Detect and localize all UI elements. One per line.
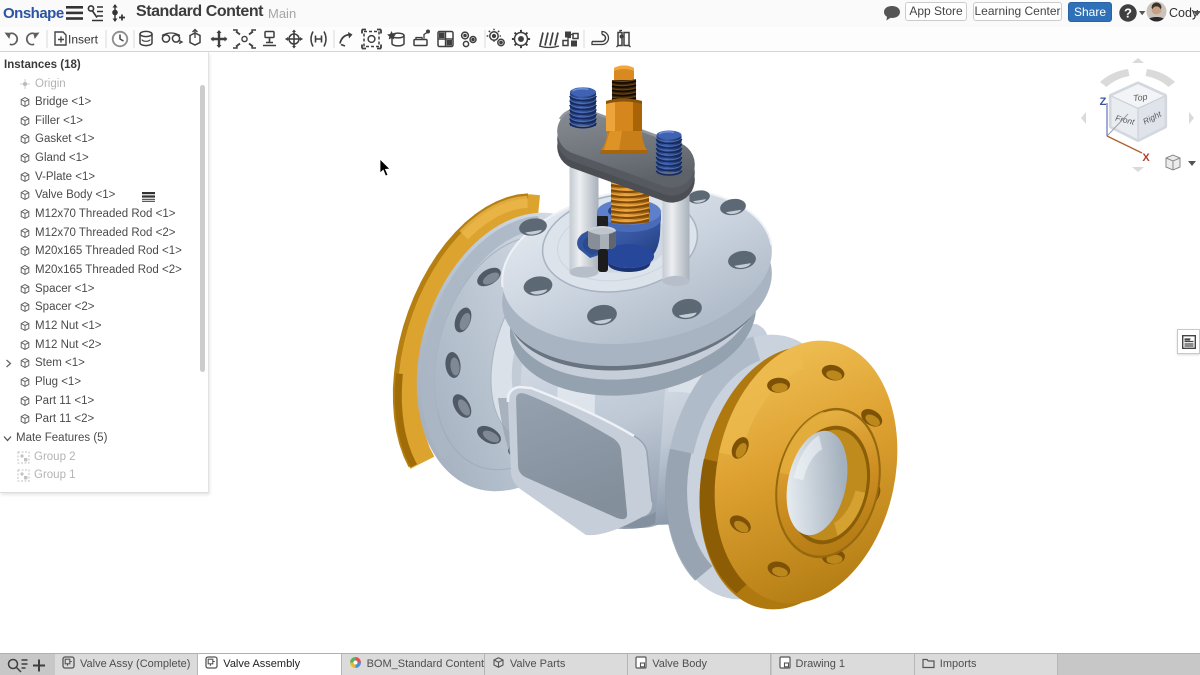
svg-text:Insert: Insert <box>68 33 99 47</box>
svg-text:Top: Top <box>1132 92 1148 104</box>
svg-text:?: ? <box>1124 5 1132 20</box>
svg-text:Z: Z <box>1100 96 1107 108</box>
svg-text:X: X <box>1142 152 1150 164</box>
